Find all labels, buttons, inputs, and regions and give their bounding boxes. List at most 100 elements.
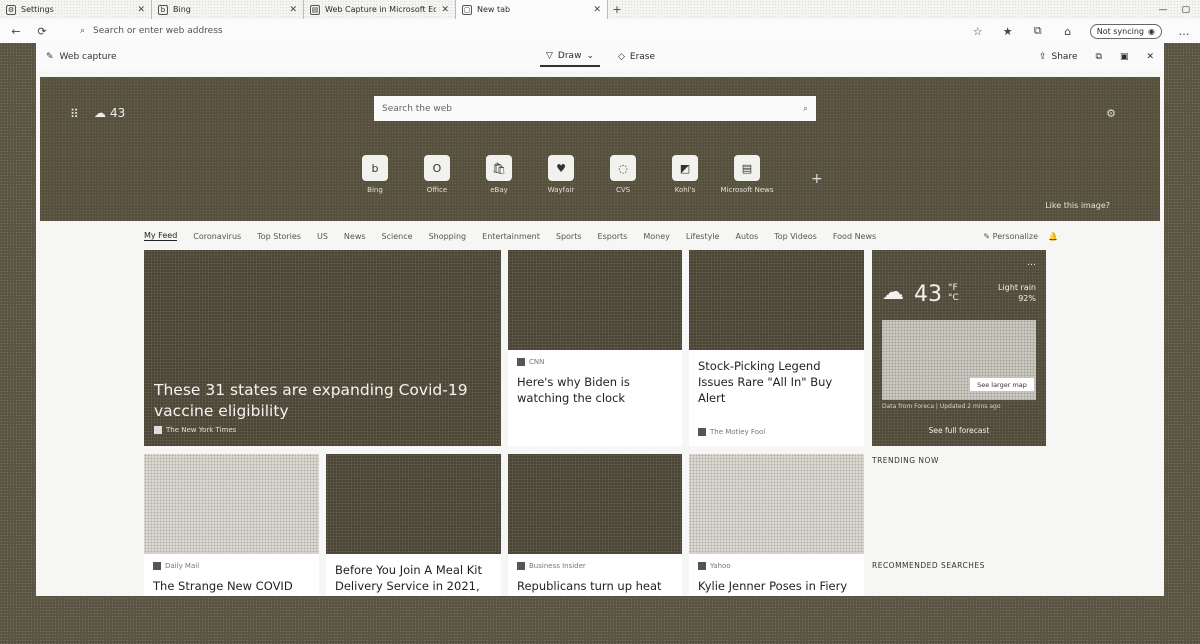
close-icon[interactable]: ✕ (137, 5, 145, 15)
profile-button[interactable]: Not syncing ◉ (1089, 23, 1162, 39)
tab-settings[interactable]: ⚙ Settings ✕ (0, 0, 152, 19)
tab-web-capture[interactable]: ▤ Web Capture in Microsoft Edge ✕ (304, 0, 456, 19)
card-headline: Before You Join A Meal Kit Delivery Serv… (335, 563, 482, 593)
web-capture-icon: ✎ (46, 52, 54, 62)
source-name: Daily Mail (165, 562, 200, 570)
feed-tab[interactable]: Lifestyle (686, 232, 720, 241)
add-quick-link-button[interactable]: + (811, 171, 823, 187)
favorite-add-icon[interactable]: ☆ (970, 25, 986, 38)
feed-tab[interactable]: Top Stories (257, 232, 301, 241)
more-icon[interactable]: … (1027, 258, 1036, 268)
search-icon: ⌕ (80, 26, 86, 36)
extensions-icon[interactable]: ⌂ (1060, 25, 1076, 38)
feed-tab[interactable]: Science (382, 232, 413, 241)
quick-link-office[interactable]: O Office (422, 155, 452, 194)
unit-f[interactable]: °F (948, 283, 958, 293)
feed-tab[interactable]: Top Videos (774, 232, 817, 241)
collections-icon[interactable]: ⧉ (1030, 24, 1046, 38)
notification-bell-icon[interactable]: 🔔 (1048, 232, 1058, 241)
window-controls: — ▢ (1148, 0, 1200, 19)
quick-link-ebay[interactable]: 🛍 eBay (484, 155, 514, 194)
minimize-icon[interactable]: — (1158, 5, 1167, 15)
quick-link-bing[interactable]: b Bing (360, 155, 390, 194)
source-name: The New York Times (166, 426, 237, 434)
news-card-kylie[interactable]: Yahoo Kylie Jenner Poses in Fiery (689, 454, 864, 596)
quick-link-cvs[interactable]: ◌ CVS (608, 155, 638, 194)
close-icon[interactable]: ✕ (289, 5, 297, 15)
quick-link-microsoft-news[interactable]: ▤ Microsoft News (721, 155, 774, 194)
personalize-button[interactable]: ✎ Personalize (983, 232, 1038, 241)
tab-title: Web Capture in Microsoft Edge (325, 5, 437, 14)
maximize-icon[interactable]: ▢ (1181, 5, 1190, 15)
news-card-mealkit[interactable]: Before You Join A Meal Kit Delivery Serv… (326, 454, 501, 596)
capture-actions: ⇪ Share ⧉ ▣ ✕ (1039, 52, 1154, 62)
draw-button[interactable]: ▽ Draw ⌄ (540, 47, 600, 67)
tab-new-tab[interactable]: ▢ New tab ✕ (456, 0, 608, 19)
tab-strip: ⚙ Settings ✕ b Bing ✕ ▤ Web Capture in M… (0, 0, 1200, 19)
feed-nav: My Feed Coronavirus Top Stories US News … (144, 229, 1058, 243)
kohls-icon: ◩ (672, 155, 698, 181)
web-capture-bar: ✎ Web capture ▽ Draw ⌄ ◇ Erase ⇪ Share ⧉… (36, 43, 1164, 71)
feed-tab[interactable]: Shopping (429, 232, 467, 241)
card-source: CNN (517, 358, 544, 366)
weather-condition: Light rain 92% (998, 282, 1036, 304)
like-image-link[interactable]: Like this image? (1045, 201, 1110, 210)
feed-tab[interactable]: My Feed (144, 231, 178, 241)
news-card-covid[interactable]: Daily Mail The Strange New COVID (144, 454, 319, 596)
back-icon[interactable]: ← (8, 25, 24, 38)
card-source: Business Insider (517, 562, 586, 570)
source-logo-icon (153, 562, 161, 570)
new-tab-button[interactable]: + (608, 0, 626, 19)
more-icon[interactable]: … (1176, 25, 1192, 38)
close-icon[interactable]: ✕ (441, 5, 449, 15)
quick-links: b Bing O Office 🛍 eBay ♥ Wayfair ◌ CVS ◩ (360, 155, 774, 194)
card-source: The New York Times (154, 426, 236, 434)
close-icon[interactable]: ✕ (1146, 52, 1154, 62)
news-card-republicans[interactable]: Business Insider Republicans turn up hea… (508, 454, 682, 596)
quick-link-wayfair[interactable]: ♥ Wayfair (546, 155, 576, 194)
address-bar[interactable]: ⌕ Search or enter web address (60, 21, 920, 41)
source-logo-icon (517, 562, 525, 570)
quick-link-label: CVS (615, 186, 631, 194)
close-icon[interactable]: ✕ (593, 5, 601, 15)
news-card-biden[interactable]: CNN Here's why Biden is watching the clo… (508, 250, 682, 446)
favorites-icon[interactable]: ★ (1000, 25, 1016, 38)
feed-tab[interactable]: Coronavirus (193, 232, 241, 241)
see-full-forecast-link[interactable]: See full forecast (872, 426, 1046, 435)
mini-weather[interactable]: ☁ 43 (94, 106, 125, 120)
unit-c[interactable]: °C (948, 293, 959, 303)
share-button[interactable]: ⇪ Share (1039, 52, 1078, 62)
feed-tab[interactable]: Esports (598, 232, 628, 241)
apps-grid-icon[interactable]: ⠿ (70, 107, 79, 121)
card-image (508, 454, 682, 554)
newtab-icon: ▢ (462, 4, 472, 15)
feed-tab[interactable]: US (317, 232, 328, 241)
quick-link-kohls[interactable]: ◩ Kohl's (670, 155, 700, 194)
refresh-icon[interactable]: ⟳ (34, 25, 50, 38)
see-larger-map-button[interactable]: See larger map (970, 378, 1034, 391)
feed-tab[interactable]: Autos (735, 232, 758, 241)
save-icon[interactable]: ▣ (1120, 52, 1129, 62)
news-card-stock[interactable]: Stock-Picking Legend Issues Rare "All In… (689, 250, 864, 446)
feed-tab[interactable]: Sports (556, 232, 582, 241)
search-icon[interactable]: ⌕ (803, 104, 808, 114)
tab-bing[interactable]: b Bing ✕ (152, 0, 304, 19)
gear-icon[interactable]: ⚙ (1106, 107, 1116, 120)
feed-tab[interactable]: Entertainment (482, 232, 540, 241)
feed-tab[interactable]: Food News (833, 232, 876, 241)
erase-button[interactable]: ◇ Erase (618, 52, 655, 62)
card-headline: Stock-Picking Legend Issues Rare "All In… (698, 359, 833, 405)
quick-link-label: eBay (490, 186, 508, 194)
chevron-down-icon[interactable]: ⌄ (586, 51, 594, 61)
card-image (689, 250, 864, 350)
feed-tab[interactable]: Money (643, 232, 670, 241)
card-image (689, 454, 864, 554)
share-icon: ⇪ (1038, 52, 1047, 62)
search-box[interactable]: Search the web ⌕ (374, 96, 816, 121)
copy-icon[interactable]: ⧉ (1096, 52, 1102, 62)
news-card-featured[interactable]: These 31 states are expanding Covid-19 v… (144, 250, 501, 446)
weather-card[interactable]: … ☁ 43 °F °C Light rain 92% See larger m… (872, 250, 1046, 446)
office-icon: O (424, 155, 450, 181)
source-name: The Motley Fool (710, 428, 766, 436)
feed-tab[interactable]: News (344, 232, 366, 241)
